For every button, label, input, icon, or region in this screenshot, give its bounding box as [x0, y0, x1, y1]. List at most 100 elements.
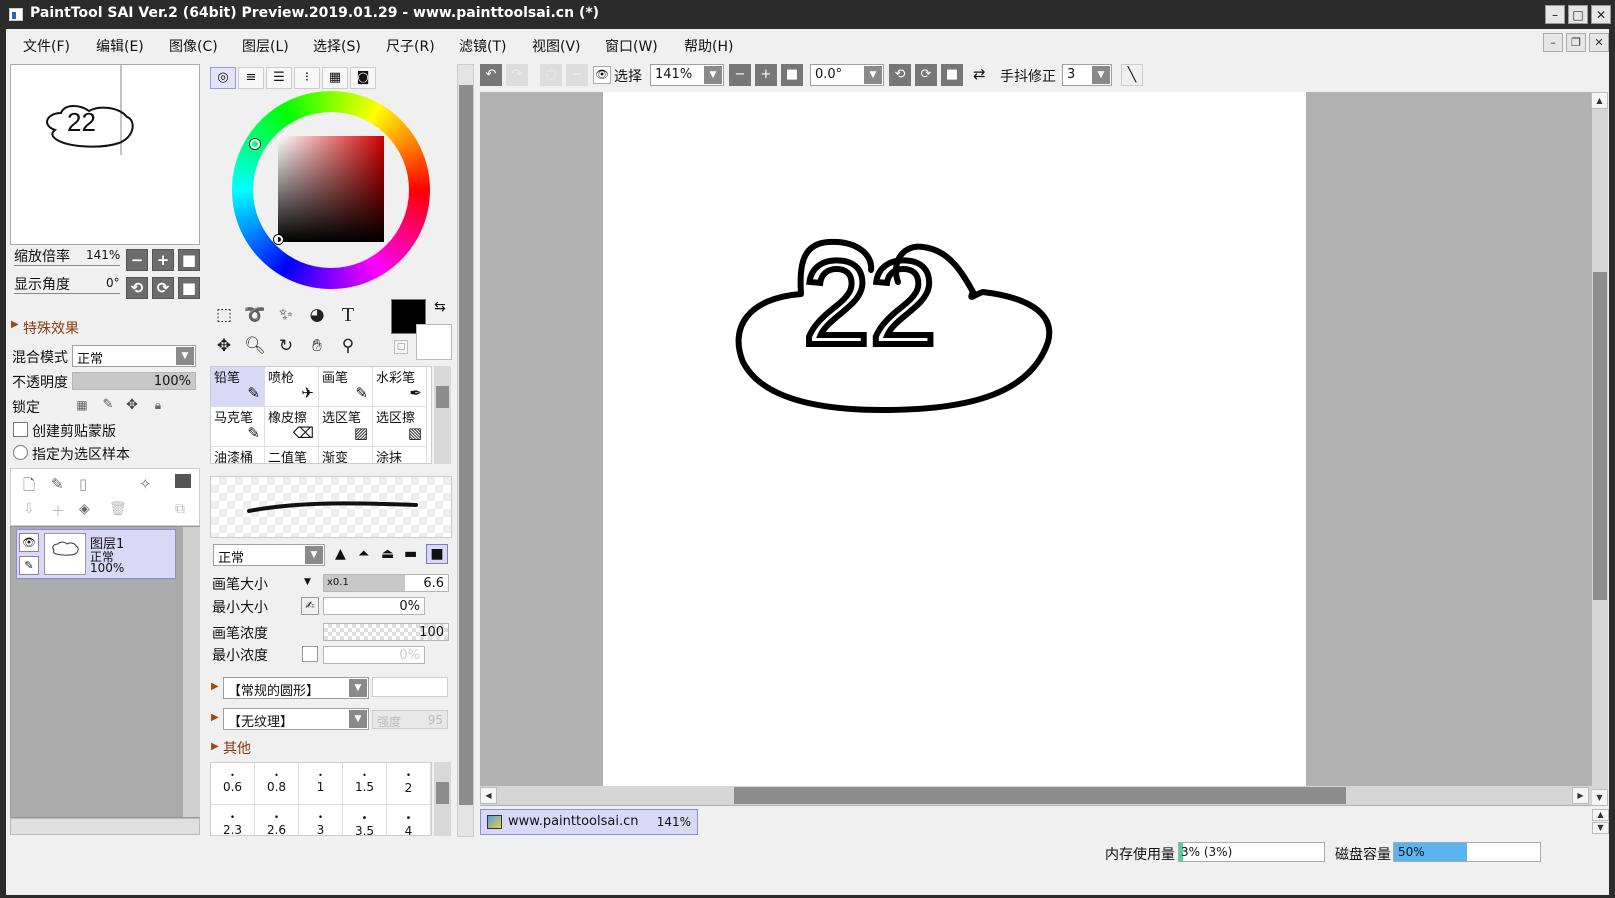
brush-brush[interactable]: 画笔 ✎: [319, 367, 373, 407]
brush-list-scrollbar[interactable]: [434, 366, 451, 464]
sv-handle[interactable]: [274, 235, 283, 244]
canvas-paper[interactable]: 22: [603, 92, 1306, 792]
hand-icon[interactable]: ✋︎: [303, 332, 331, 360]
deselect-button[interactable]: ◌: [540, 64, 562, 86]
menu-file[interactable]: 文件(F): [23, 36, 70, 56]
sample-radio[interactable]: [13, 445, 28, 460]
rect-select-icon[interactable]: ⬚: [210, 301, 238, 329]
texture-strength-field[interactable]: 强度 95: [372, 710, 448, 729]
brush-size-slider[interactable]: x0.1 6.6: [323, 574, 449, 592]
menu-window[interactable]: 窗口(W): [605, 36, 658, 56]
lock-move-icon[interactable]: ✥: [122, 395, 142, 415]
scroll-right-icon[interactable]: ▶: [1572, 787, 1589, 804]
swatches-tab[interactable]: ⁝: [294, 67, 320, 89]
mdi-restore-button[interactable]: ❐: [1566, 33, 1586, 52]
add-icon[interactable]: ＋: [51, 501, 65, 521]
tip-medium-icon[interactable]: ⏶: [358, 546, 369, 562]
document-tab[interactable]: www.painttoolsai.cn 141%: [480, 809, 698, 835]
opacity-slider[interactable]: 100%: [72, 372, 196, 390]
brush-eraser[interactable]: 橡皮擦 ⌫: [265, 407, 319, 447]
brush-binary[interactable]: 二值笔: [265, 447, 319, 463]
zoom-out-button[interactable]: −: [126, 249, 148, 271]
tip-square-icon[interactable]: ■: [426, 544, 448, 564]
line-tool-icon[interactable]: ╲: [1121, 64, 1143, 86]
menu-view[interactable]: 视图(V): [532, 36, 581, 56]
toolbar-zoom-in-button[interactable]: +: [755, 64, 777, 86]
zoom-icon[interactable]: 🔍︎: [241, 332, 269, 360]
rotate-reset-button[interactable]: ■: [178, 277, 200, 299]
dot-size-cell[interactable]: • 0.6: [211, 763, 255, 805]
effect-icon[interactable]: ✧: [139, 475, 152, 493]
toolbar-rotate-cw-button[interactable]: ⟳: [915, 64, 937, 86]
invert-select-button[interactable]: −: [566, 64, 588, 86]
color-wheel-tab[interactable]: ◎: [210, 67, 236, 89]
pressure-density-checkbox[interactable]: [302, 646, 318, 662]
toolbar-rotate-reset-button[interactable]: ■: [941, 64, 963, 86]
clip-checkbox[interactable]: [13, 422, 28, 437]
brush-gradient[interactable]: 渐变: [319, 447, 373, 463]
undo-button[interactable]: ↶: [480, 64, 502, 86]
dot-size-cell[interactable]: • 2: [387, 763, 431, 805]
tool-panel-scrollbar[interactable]: [457, 64, 474, 837]
dot-size-cell[interactable]: • 3: [299, 805, 343, 835]
merge-down-icon[interactable]: ⇩: [23, 501, 35, 517]
scroll-left-icon[interactable]: ◀: [480, 787, 497, 804]
shape-icon[interactable]: ◕: [303, 301, 331, 329]
text-tool-icon[interactable]: T: [334, 301, 362, 329]
layer-hscrollbar[interactable]: [10, 818, 200, 835]
canvas-viewport[interactable]: 22: [480, 92, 1592, 806]
redo-button[interactable]: ↷: [506, 64, 528, 86]
background-color-swatch[interactable]: [416, 324, 452, 360]
toolbar-zoom-out-button[interactable]: −: [729, 64, 751, 86]
menu-select[interactable]: 选择(S): [313, 36, 361, 56]
tab-scroll-down-icon[interactable]: ▼: [1592, 822, 1609, 834]
visibility-eye-icon[interactable]: 👁︎: [19, 533, 39, 552]
canvas-hscrollbar[interactable]: ◀ ▶: [480, 786, 1592, 805]
brush-shape-select[interactable]: 【常规的圆形】 ▼: [223, 677, 369, 699]
panel-divider[interactable]: [203, 64, 206, 834]
expand-arrow-icon[interactable]: ▶: [11, 319, 19, 330]
layer-scrollbar[interactable]: [183, 527, 200, 817]
toolbar-zoom-reset-button[interactable]: ■: [781, 64, 803, 86]
scratchpad-tab[interactable]: ◙: [350, 67, 376, 89]
duplicate-icon[interactable]: ⧉: [175, 501, 185, 517]
canvas-vscrollbar[interactable]: ▲ ▼: [1591, 92, 1608, 806]
size-dropdown-icon[interactable]: ▼: [304, 577, 311, 587]
move-icon[interactable]: ✥: [210, 332, 238, 360]
maximize-button[interactable]: □: [1568, 5, 1588, 24]
menu-filter[interactable]: 滤镜(T): [459, 36, 506, 56]
mdi-minimize-button[interactable]: –: [1543, 33, 1563, 52]
brush-bucket[interactable]: 油漆桶: [211, 447, 265, 463]
stabilizer-select[interactable]: 3 ▼: [1062, 64, 1112, 86]
new-folder-icon[interactable]: ▯: [79, 475, 87, 493]
dot-size-cell[interactable]: • 2.6: [255, 805, 299, 835]
dot-size-cell[interactable]: • 2.3: [211, 805, 255, 835]
toolbar-rotate-ccw-button[interactable]: ⟲: [889, 64, 911, 86]
tip-hard-icon[interactable]: ▬: [404, 546, 417, 562]
brush-marker[interactable]: 马克笔 ✎: [211, 407, 265, 447]
dot-size-cell[interactable]: • 3.5: [343, 805, 387, 835]
expand-arrow-icon[interactable]: ▶: [211, 681, 219, 692]
dot-size-cell[interactable]: • 0.8: [255, 763, 299, 805]
dot-size-cell[interactable]: • 4: [387, 805, 431, 835]
menu-edit[interactable]: 编辑(E): [96, 36, 144, 56]
hsv-slider-tab[interactable]: ☰: [266, 67, 292, 89]
dot-size-cell[interactable]: • 1.5: [343, 763, 387, 805]
minimize-button[interactable]: –: [1545, 5, 1565, 24]
scroll-down-icon[interactable]: ▼: [1591, 789, 1608, 806]
zoom-in-button[interactable]: +: [152, 249, 174, 271]
zoom-slider[interactable]: [14, 265, 120, 266]
flip-icon[interactable]: ⇄: [973, 65, 986, 83]
brush-pencil[interactable]: 铅笔 ✎: [211, 367, 265, 407]
layer-row[interactable]: 👁︎ ✎ 图层1 正常 100%: [16, 529, 176, 579]
brush-select-pen[interactable]: 选区笔 ▨: [319, 407, 373, 447]
zoom-reset-button[interactable]: ■: [178, 249, 200, 271]
navigator-preview[interactable]: 22: [10, 64, 200, 245]
brush-airbrush[interactable]: 喷枪 ✈︎: [265, 367, 319, 407]
delete-layer-icon[interactable]: 🗑︎: [109, 501, 127, 517]
blend-mode-select[interactable]: 正常 ▼: [72, 345, 196, 367]
min-size-slider[interactable]: 0%: [323, 597, 425, 615]
min-density-slider[interactable]: 0%: [323, 646, 425, 664]
lock-paint-icon[interactable]: ✎: [98, 395, 118, 415]
mixer-tab[interactable]: ▦: [322, 67, 348, 89]
